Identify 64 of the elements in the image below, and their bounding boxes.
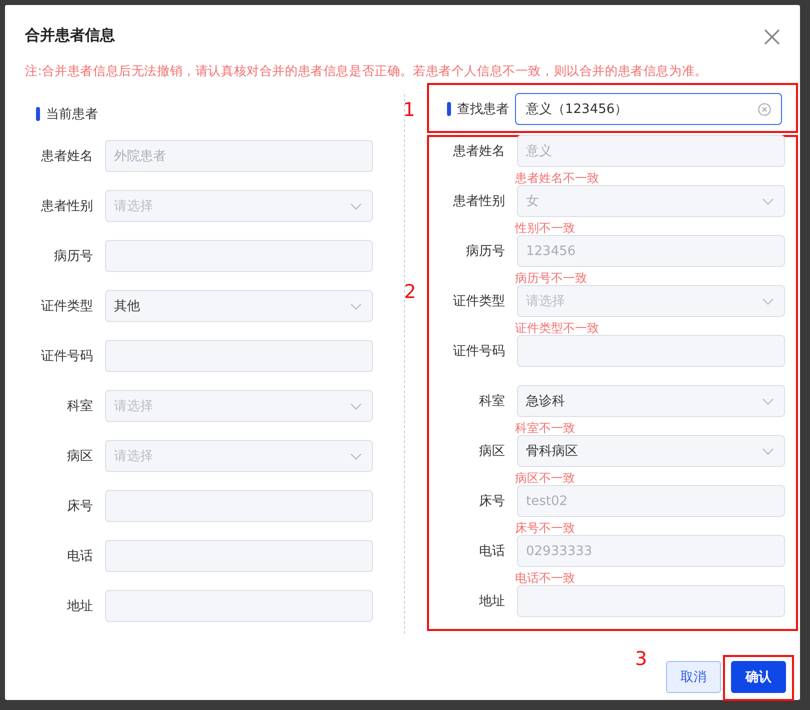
section-marker: [447, 102, 451, 116]
field-label: 患者姓名: [40, 148, 93, 165]
select-field[interactable]: 急诊科: [517, 385, 785, 417]
error-message: 病区不一致: [515, 471, 575, 485]
close-icon[interactable]: [764, 29, 780, 45]
chevron-down-icon: [762, 198, 774, 204]
chevron-down-icon: [350, 452, 362, 460]
field-label: 患者性别: [452, 193, 505, 210]
select-field[interactable]: 请选择: [105, 390, 373, 422]
field-label: 证件类型: [452, 293, 505, 310]
chevron-down-icon: [762, 398, 774, 404]
dialog-title: 合并患者信息: [25, 26, 115, 44]
section-heading: 当前患者: [46, 106, 98, 123]
field-label: 证件号码: [452, 343, 505, 360]
field-label: 病区: [66, 448, 93, 465]
field-label: 查找患者: [457, 101, 509, 118]
field-label: 床号: [66, 498, 93, 515]
warning-note: 注:合并患者信息后无法撤销，请认真核对合并的患者信息是否正确。若患者个人信息不一致，则以合并的患者信息为准。: [25, 63, 708, 80]
annotation-number: 3: [635, 648, 648, 670]
confirm-button[interactable]: 确认: [731, 661, 786, 693]
error-message: 患者姓名不一致: [515, 171, 599, 185]
error-message: 病历号不一致: [515, 271, 587, 285]
annotation-number: 2: [404, 281, 416, 303]
error-message: 科室不一致: [515, 421, 575, 435]
section-marker: [36, 107, 40, 121]
field-label: 电话: [66, 548, 93, 565]
field-label: 科室: [66, 398, 93, 415]
field-label: 科室: [478, 393, 505, 410]
text-field[interactable]: [105, 340, 373, 372]
text-field[interactable]: [105, 590, 373, 622]
field-label: 地址: [66, 598, 93, 615]
field-label: 证件号码: [40, 348, 93, 365]
field-label: 病历号: [53, 248, 93, 265]
text-field[interactable]: [105, 240, 373, 272]
text-field[interactable]: [517, 585, 785, 617]
field-label: 患者姓名: [452, 143, 505, 160]
select-field[interactable]: 请选择: [517, 285, 785, 317]
select-field[interactable]: 骨科病区: [517, 435, 785, 467]
clear-icon[interactable]: [758, 102, 771, 116]
chevron-down-icon: [350, 202, 362, 210]
select-field[interactable]: 请选择: [105, 190, 373, 222]
chevron-down-icon: [350, 402, 362, 410]
field-label: 病区: [478, 443, 505, 460]
chevron-down-icon: [350, 302, 362, 310]
search-field[interactable]: 意义（123456）: [515, 93, 782, 125]
select-field[interactable]: 请选择: [105, 440, 373, 472]
cancel-button[interactable]: 取消: [666, 661, 721, 693]
annotation-number: 1: [403, 99, 416, 121]
chevron-down-icon: [762, 448, 774, 454]
field-label: 患者性别: [40, 198, 93, 215]
field-label: 电话: [478, 543, 505, 560]
text-field[interactable]: [105, 540, 373, 572]
field-label: 地址: [478, 593, 505, 610]
error-message: 床号不一致: [515, 521, 575, 535]
chevron-down-icon: [762, 298, 774, 304]
text-field[interactable]: [105, 490, 373, 522]
select-field[interactable]: 其他: [105, 290, 373, 322]
error-message: 证件类型不一致: [515, 321, 599, 335]
error-message: 性别不一致: [515, 221, 575, 235]
field-label: 病历号: [465, 243, 505, 260]
error-message: 电话不一致: [515, 571, 575, 585]
field-label: 证件类型: [40, 298, 93, 315]
field-label: 床号: [478, 493, 505, 510]
text-field[interactable]: [517, 335, 785, 367]
